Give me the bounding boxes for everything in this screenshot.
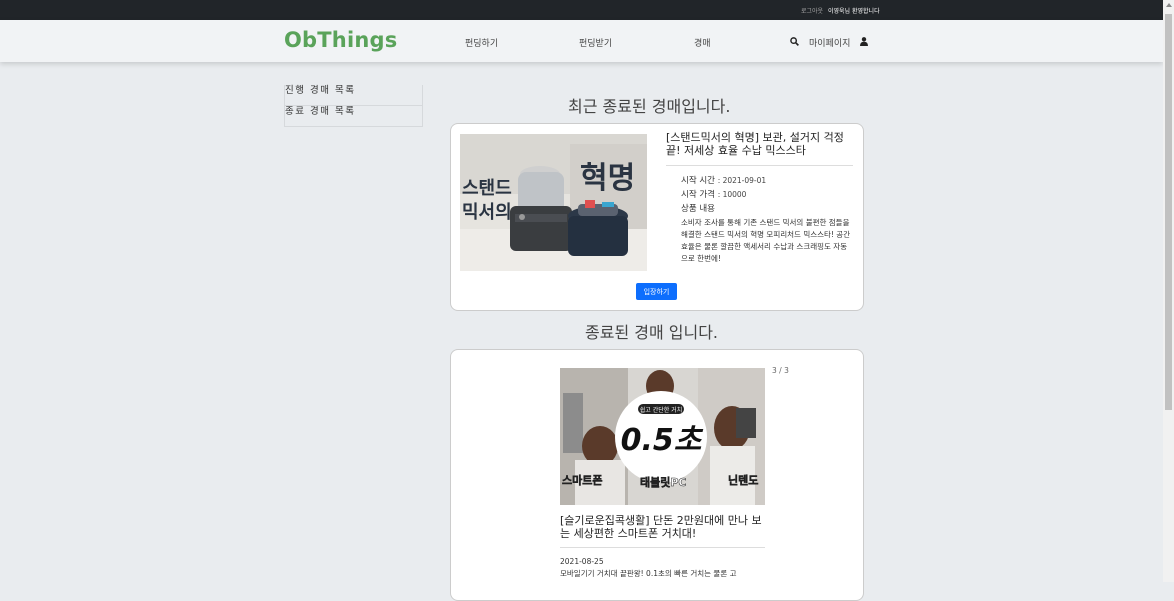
- image-label-tablet: 태블릿PC: [640, 475, 687, 489]
- image-label-smartphone: 스마트폰: [562, 473, 602, 487]
- phone-holder-product-image[interactable]: 쉽고 간단한 거치 0.5초 스마트폰 태블릿PC 닌텐도: [560, 368, 765, 505]
- nav-receive-funding[interactable]: 펀딩받기: [579, 36, 612, 49]
- start-price-value: : 10000: [717, 190, 747, 199]
- search-icon[interactable]: [790, 37, 799, 46]
- nav-funding[interactable]: 펀딩하기: [465, 36, 498, 49]
- carousel-counter: 3 / 3: [772, 366, 789, 375]
- sidebar: 진행 경매 목록 종료 경매 목록: [284, 85, 423, 127]
- ended-product-title[interactable]: [슬기로운집콕생활] 단돈 2만원대에 만나 보는 세상편한 스마트폰 거치대!: [560, 514, 765, 540]
- ended-description: 모바일기기 거치대 끝판왕! 0.1초의 빠른 거치는 물론 고: [560, 569, 737, 578]
- image-label-nintendo: 닌텐도: [728, 473, 758, 487]
- brand-logo[interactable]: ObThings: [284, 28, 397, 52]
- scroll-up-arrow-icon[interactable]: [1166, 3, 1172, 7]
- page-scrollbar[interactable]: [1163, 0, 1174, 582]
- divider: [666, 165, 853, 166]
- image-big-text: 0.5초: [621, 423, 704, 458]
- welcome-text: 이영욱님 환영합니다: [828, 8, 880, 15]
- start-time-label: 시작 시간: [681, 176, 715, 186]
- image-caption-standmixer: 스탠드: [462, 178, 512, 199]
- scrollbar-thumb[interactable]: [1165, 14, 1172, 410]
- start-price-label: 시작 가격: [681, 190, 715, 200]
- recent-description: 소비자 조사를 통해 기존 스탠드 믹서의 불편한 점들을 해결한 스탠드 믹서…: [681, 218, 851, 263]
- sidebar-item-ongoing-auctions[interactable]: 진행 경매 목록: [284, 85, 423, 106]
- ended-date: 2021-08-25: [560, 557, 604, 566]
- sidebar-item-ended-auctions[interactable]: 종료 경매 목록: [284, 106, 423, 127]
- nav-auction[interactable]: 경매: [694, 36, 711, 49]
- ended-heading: 종료된 경매 입니다.: [585, 323, 719, 342]
- divider: [560, 547, 765, 548]
- start-time-value: : 2021-09-01: [717, 176, 767, 185]
- svg-text:믹서의: 믹서의: [462, 202, 512, 223]
- recent-product-title[interactable]: [스탠드믹서의 혁명] 보관, 설거지 걱정 끝! 저세상 효율 수납 믹스스타: [666, 131, 858, 157]
- logout-link[interactable]: 로그아웃: [801, 6, 823, 15]
- svg-text:혁명: 혁명: [580, 161, 635, 196]
- mixer-product-image[interactable]: 스탠드 믹서의 혁명: [460, 134, 647, 271]
- enter-auction-button[interactable]: 입장하기: [636, 283, 677, 300]
- start-time-row: 시작 시간 : 2021-09-01: [681, 174, 766, 186]
- nav-mypage[interactable]: 마이페이지: [809, 36, 850, 49]
- top-bar: 로그아웃 이영욱님 환영합니다: [0, 0, 1163, 20]
- start-price-row: 시작 가격 : 10000: [681, 188, 746, 200]
- recent-heading: 최근 종료된 경매입니다.: [568, 97, 731, 116]
- navbar: ObThings 펀딩하기 펀딩받기 경매 마이페이지: [0, 20, 1163, 62]
- user-icon[interactable]: [860, 37, 868, 46]
- image-badge: 쉽고 간단한 거치: [640, 406, 682, 414]
- content-label: 상품 내용: [681, 204, 715, 214]
